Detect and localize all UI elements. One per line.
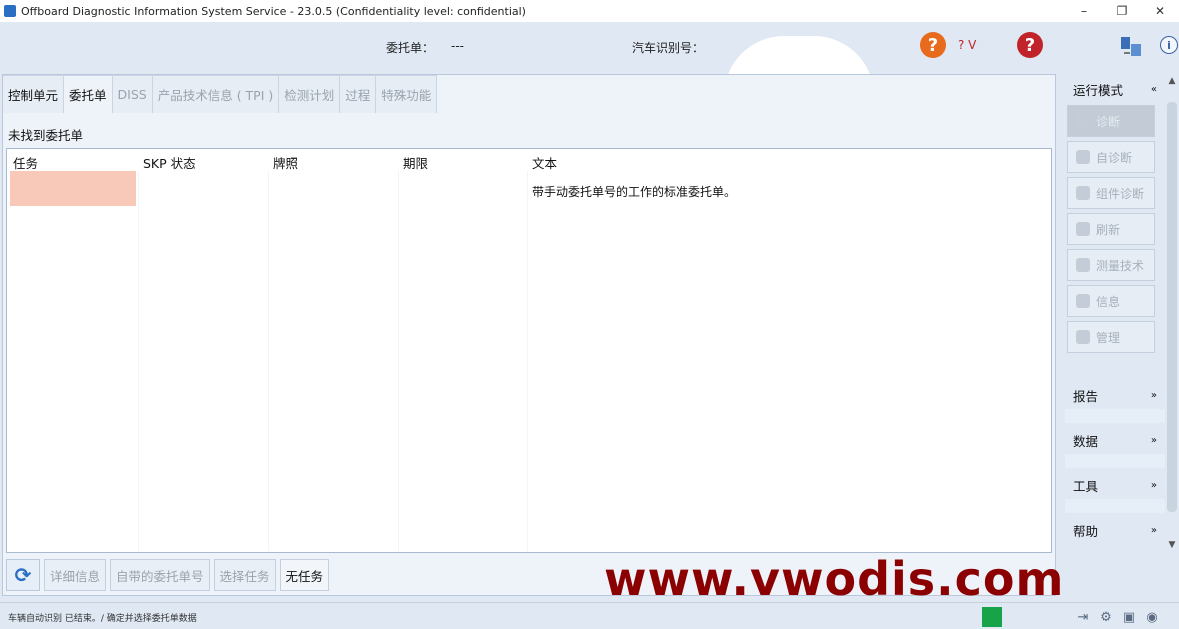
- window-controls: – ❐ ✕: [1065, 0, 1179, 22]
- sidebar-section-label: 帮助: [1073, 523, 1099, 539]
- minimize-button[interactable]: –: [1065, 0, 1103, 22]
- mode-label: 组件诊断: [1096, 186, 1145, 201]
- self-diagnosis-icon: [1076, 150, 1090, 164]
- sidebar-section-label: 工具: [1073, 478, 1099, 494]
- window-title: Offboard Diagnostic Information System S…: [21, 4, 526, 18]
- flash-icon: [1076, 222, 1090, 236]
- connection-status-indicator: [982, 607, 1002, 627]
- operating-mode-sidebar: 运行模式 « 诊断 自诊断 组件诊断 刷新 测量技术 信息 管理 报告 » 数据…: [1058, 74, 1179, 554]
- column-header-text[interactable]: 文本: [532, 153, 557, 172]
- column-header-skp-status[interactable]: SKP 状态: [143, 153, 196, 172]
- order-value: ---: [451, 39, 464, 53]
- mode-flash-button[interactable]: 刷新: [1067, 213, 1155, 245]
- sidebar-section-data[interactable]: 数据 »: [1065, 427, 1165, 453]
- details-button[interactable]: 详细信息: [44, 559, 107, 591]
- remote-help-icon[interactable]: ?: [1017, 32, 1043, 58]
- measurement-icon: [1076, 258, 1090, 272]
- sidebar-scrollbar[interactable]: ▲ ▼: [1165, 74, 1179, 554]
- help-question-icon[interactable]: ?: [920, 32, 946, 58]
- tab-control-units[interactable]: 控制单元: [3, 75, 65, 113]
- collapse-icon[interactable]: «: [1151, 84, 1157, 95]
- mode-label: 测量技术: [1096, 258, 1145, 273]
- mode-label: 刷新: [1096, 222, 1121, 237]
- mode-self-diagnosis-button[interactable]: 自诊断: [1067, 141, 1155, 173]
- refresh-icon[interactable]: ⟳: [6, 559, 40, 591]
- tab-process[interactable]: 过程: [340, 75, 377, 113]
- tab-test-plan[interactable]: 检测计划: [279, 75, 341, 113]
- admin-icon: [1076, 330, 1090, 344]
- mode-label: 自诊断: [1096, 150, 1133, 165]
- settings-icon[interactable]: ⚙: [1096, 608, 1116, 626]
- sidebar-header-mode-label: 运行模式: [1073, 82, 1124, 98]
- header-bar: 委托单： --- 汽车识别号： ? ? V ? i: [0, 22, 1179, 102]
- mode-label: 信息: [1096, 294, 1121, 309]
- exit-icon[interactable]: ⇥: [1073, 608, 1093, 626]
- title-bar: Offboard Diagnostic Information System S…: [0, 0, 1179, 22]
- status-icon-group: ⇥ ⚙ ▣ ◉: [1073, 608, 1165, 626]
- table-row-selected-task-cell[interactable]: [10, 171, 136, 206]
- status-message: 车辆自动识别 已结束。/ 确定并选择委托单数据: [8, 614, 197, 624]
- info-icon[interactable]: i: [1160, 36, 1178, 54]
- table-cell-text[interactable]: 带手动委托单号的工作的标准委托单。: [532, 183, 736, 200]
- mode-diagnosis-button[interactable]: 诊断: [1067, 105, 1155, 137]
- mode-component-diagnosis-button[interactable]: 组件诊断: [1067, 177, 1155, 209]
- sidebar-section-tools[interactable]: 工具 »: [1065, 472, 1165, 498]
- app-icon: [4, 5, 16, 17]
- info-icon: [1076, 294, 1090, 308]
- sidebar-divider: [1065, 454, 1165, 468]
- column-divider: [398, 171, 399, 551]
- order-label: 委托单：: [386, 41, 435, 55]
- no-task-button[interactable]: 无任务: [279, 559, 330, 591]
- column-header-task[interactable]: 任务: [13, 153, 38, 172]
- tab-tpi[interactable]: 产品技术信息 ( TPI ): [152, 75, 280, 113]
- own-order-number-button[interactable]: 自带的委托单号: [110, 559, 210, 591]
- expand-icon[interactable]: »: [1151, 390, 1157, 401]
- sidebar-divider: [1065, 409, 1165, 423]
- restore-button[interactable]: ❐: [1103, 0, 1141, 22]
- network-icon[interactable]: [1118, 34, 1144, 60]
- sidebar-header-mode[interactable]: 运行模式 «: [1065, 76, 1165, 102]
- select-task-button[interactable]: 选择任务: [213, 559, 276, 591]
- close-button[interactable]: ✕: [1141, 0, 1179, 22]
- sidebar-divider: [1065, 499, 1165, 513]
- action-button-bar: ⟳ 详细信息 自带的委托单号 选择任务 无任务: [3, 557, 330, 593]
- sidebar-section-label: 报告: [1073, 388, 1099, 404]
- column-divider: [268, 171, 269, 551]
- expand-icon[interactable]: »: [1151, 525, 1157, 536]
- mode-info-button[interactable]: 信息: [1067, 285, 1155, 317]
- column-header-deadline[interactable]: 期限: [403, 153, 428, 172]
- main-panel: 控制单元 委托单 DISS 产品技术信息 ( TPI ) 检测计划 过程 特殊功…: [2, 74, 1056, 596]
- sidebar-section-help[interactable]: 帮助 »: [1065, 517, 1165, 543]
- mode-label: 管理: [1096, 330, 1121, 345]
- mode-admin-button[interactable]: 管理: [1067, 321, 1155, 353]
- vin-label: 汽车识别号：: [632, 41, 705, 55]
- mode-measurement-button[interactable]: 测量技术: [1067, 249, 1155, 281]
- scroll-up-icon[interactable]: ▲: [1165, 76, 1179, 90]
- device-icon[interactable]: ▣: [1119, 608, 1139, 626]
- orders-table: 任务 SKP 状态 牌照 期限 文本 带手动委托单号的工作的标准委托单。: [6, 148, 1052, 553]
- tab-special-functions[interactable]: 特殊功能: [376, 75, 438, 113]
- column-header-plate[interactable]: 牌照: [273, 153, 298, 172]
- tab-diss[interactable]: DISS: [112, 75, 153, 113]
- orders-status-heading: 未找到委托单: [8, 128, 84, 143]
- sidebar-section-label: 数据: [1073, 433, 1099, 449]
- mode-label: 诊断: [1096, 114, 1121, 129]
- column-divider: [527, 171, 528, 551]
- scroll-down-icon[interactable]: ▼: [1165, 540, 1179, 554]
- database-icon[interactable]: ◉: [1142, 608, 1162, 626]
- watermark: www.vwodis.com: [604, 552, 1065, 606]
- tab-orders[interactable]: 委托单: [64, 75, 113, 113]
- tab-strip: 控制单元 委托单 DISS 产品技术信息 ( TPI ) 检测计划 过程 特殊功…: [3, 75, 438, 113]
- sidebar-section-report[interactable]: 报告 »: [1065, 382, 1165, 408]
- scroll-thumb[interactable]: [1167, 102, 1177, 512]
- component-diagnosis-icon: [1076, 186, 1090, 200]
- expand-icon[interactable]: »: [1151, 480, 1157, 491]
- diagnosis-icon: [1076, 114, 1090, 128]
- help-version-label[interactable]: ? V: [958, 38, 976, 52]
- expand-icon[interactable]: »: [1151, 435, 1157, 446]
- status-bar: 车辆自动识别 已结束。/ 确定并选择委托单数据 ⇥ ⚙ ▣ ◉: [0, 602, 1179, 629]
- column-divider: [138, 171, 139, 551]
